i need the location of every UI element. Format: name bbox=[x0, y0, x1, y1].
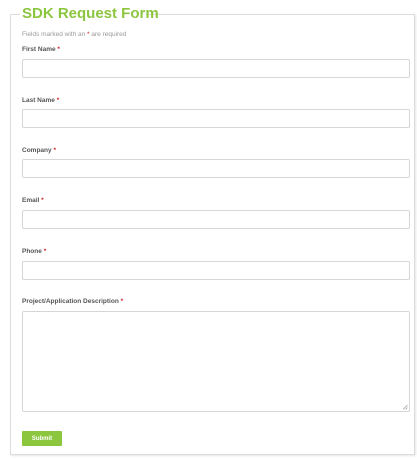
form-title: SDK Request Form bbox=[22, 5, 159, 22]
email-label-text: Email bbox=[22, 197, 40, 204]
description-textarea[interactable] bbox=[22, 311, 410, 412]
email-label: Email * bbox=[22, 197, 44, 205]
last-name-input[interactable] bbox=[22, 109, 410, 128]
required-star: * bbox=[53, 147, 56, 154]
email-input[interactable] bbox=[22, 210, 410, 229]
required-star: * bbox=[56, 97, 60, 104]
phone-input[interactable] bbox=[22, 261, 410, 280]
description-label-text: Project/Application Description bbox=[22, 298, 119, 305]
resize-handle-icon[interactable] bbox=[402, 404, 408, 410]
first-name-input[interactable] bbox=[22, 59, 410, 78]
company-label: Company * bbox=[22, 147, 56, 155]
last-name-label-text: Last Name bbox=[22, 97, 55, 104]
first-name-label: First Name * bbox=[22, 46, 60, 54]
phone-label: Phone * bbox=[22, 248, 46, 256]
required-star: * bbox=[41, 197, 44, 204]
first-name-label-text: First Name bbox=[22, 46, 56, 53]
company-label-text: Company bbox=[22, 147, 52, 154]
required-note: Fields marked with an * are required bbox=[22, 31, 126, 39]
submit-button[interactable]: Submit bbox=[22, 431, 62, 446]
required-star: * bbox=[120, 298, 124, 305]
required-star: * bbox=[43, 248, 47, 255]
description-label: Project/Application Description * bbox=[22, 298, 123, 306]
company-input[interactable] bbox=[22, 159, 410, 178]
required-star: * bbox=[57, 46, 60, 53]
phone-label-text: Phone bbox=[22, 248, 42, 255]
required-note-suffix: are required bbox=[89, 31, 127, 38]
last-name-label: Last Name * bbox=[22, 97, 59, 105]
required-note-prefix: Fields marked with an bbox=[22, 31, 88, 38]
